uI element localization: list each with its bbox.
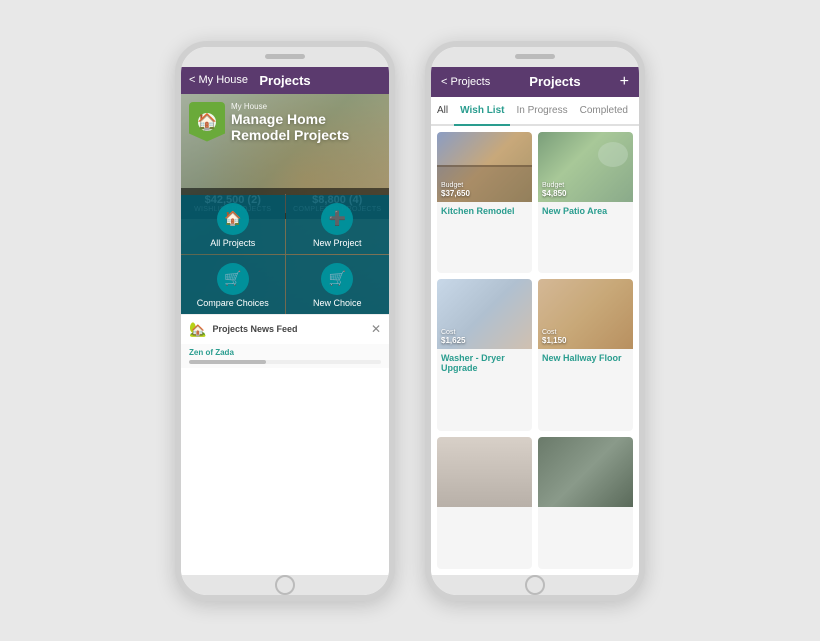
green-badge: 🏠 [189,102,225,142]
project-card-patio[interactable]: Budget $4,850 New Patio Area [538,132,633,274]
tab-completed[interactable]: Completed [574,97,634,126]
newsfeed-close-button[interactable]: ✕ [371,322,381,336]
phone-home-button-left[interactable] [275,575,295,595]
kitchen-budget: Budget $37,650 [441,182,470,198]
trash-name [538,507,633,516]
all-projects-icon: 🏠 [217,203,249,235]
left-header-title: Projects [259,73,310,88]
right-phone: < Projects Projects + All Wish List In P… [425,41,645,601]
projects-grid: Budget $37,650 Kitchen Remodel Budget $4… [431,126,639,575]
all-projects-button[interactable]: 🏠 All Projects [181,195,285,254]
all-projects-label: All Projects [210,238,255,248]
newsfeed-content: Zen of Zada [181,344,389,368]
action-buttons: 🏠 All Projects ➕ New Project 🛒 Compare C… [181,195,389,314]
left-phone: < My House Projects 🏠 My House Manage Ho… [175,41,395,601]
new-choice-icon: 🛒 [321,263,353,295]
hero-section: 🏠 My House Manage HomeRemodel Projects $… [181,94,389,314]
newsfeed-header: 🏡 Projects News Feed ✕ [181,314,389,344]
blinds-name [437,507,532,516]
project-card-kitchen[interactable]: Budget $37,650 Kitchen Remodel [437,132,532,274]
right-header-title: Projects [529,74,580,89]
compare-choices-button[interactable]: 🛒 Compare Choices [181,255,285,314]
hero-title: Manage HomeRemodel Projects [231,111,381,145]
project-tabs: All Wish List In Progress Completed [431,97,639,126]
left-screen: < My House Projects 🏠 My House Manage Ho… [181,67,389,575]
project-card-washer[interactable]: Cost $1,625 Washer - Dryer Upgrade [437,279,532,431]
left-header: < My House Projects [181,67,389,94]
left-back-button[interactable]: < My House [189,74,248,86]
newsfeed-source: Zen of Zada [189,348,381,357]
phone-bottom-bar-right [431,575,639,595]
washer-budget: Cost $1,625 [441,329,465,345]
blinds-image [437,437,532,507]
phone-bottom-bar-left [181,575,389,595]
new-project-button[interactable]: ➕ New Project [286,195,390,254]
tab-in-progress[interactable]: In Progress [510,97,573,126]
kitchen-image: Budget $37,650 [437,132,532,202]
compare-choices-icon: 🛒 [217,263,249,295]
project-card-blinds[interactable] [437,437,532,569]
trash-image [538,437,633,507]
patio-name: New Patio Area [538,202,633,221]
newsfeed-progress-fill [189,360,266,364]
newsfeed-icon: 🏡 [189,321,206,338]
newsfeed-label: Projects News Feed [212,324,365,334]
hallway-budget: Cost $1,150 [542,329,566,345]
hallway-name: New Hallway Floor [538,349,633,368]
kitchen-name: Kitchen Remodel [437,202,532,221]
phone-top-bar-left [181,47,389,67]
newsfeed-progress-bar [189,360,381,364]
tab-all[interactable]: All [431,97,454,126]
hallway-image: Cost $1,150 [538,279,633,349]
compare-choices-label: Compare Choices [197,298,269,308]
badge-icon: 🏠 [198,113,216,131]
new-choice-button[interactable]: 🛒 New Choice [286,255,390,314]
washer-name: Washer - Dryer Upgrade [437,349,532,378]
right-header: < Projects Projects + [431,67,639,97]
patio-image: Budget $4,850 [538,132,633,202]
tab-wishlist[interactable]: Wish List [454,97,510,126]
right-back-button[interactable]: < Projects [441,76,490,88]
project-card-trash[interactable] [538,437,633,569]
project-card-hallway[interactable]: Cost $1,150 New Hallway Floor [538,279,633,431]
hero-subtitle: My House [231,102,381,111]
new-project-label: New Project [313,238,362,248]
phone-speaker-right [515,54,555,59]
phone-top-bar-right [431,47,639,67]
washer-image: Cost $1,625 [437,279,532,349]
phone-home-button-right[interactable] [525,575,545,595]
patio-budget: Budget $4,850 [542,182,566,198]
phone-speaker-left [265,54,305,59]
new-choice-label: New Choice [313,298,362,308]
new-project-icon: ➕ [321,203,353,235]
right-screen: < Projects Projects + All Wish List In P… [431,67,639,575]
hero-text: My House Manage HomeRemodel Projects [231,102,381,145]
add-project-button[interactable]: + [620,73,629,91]
